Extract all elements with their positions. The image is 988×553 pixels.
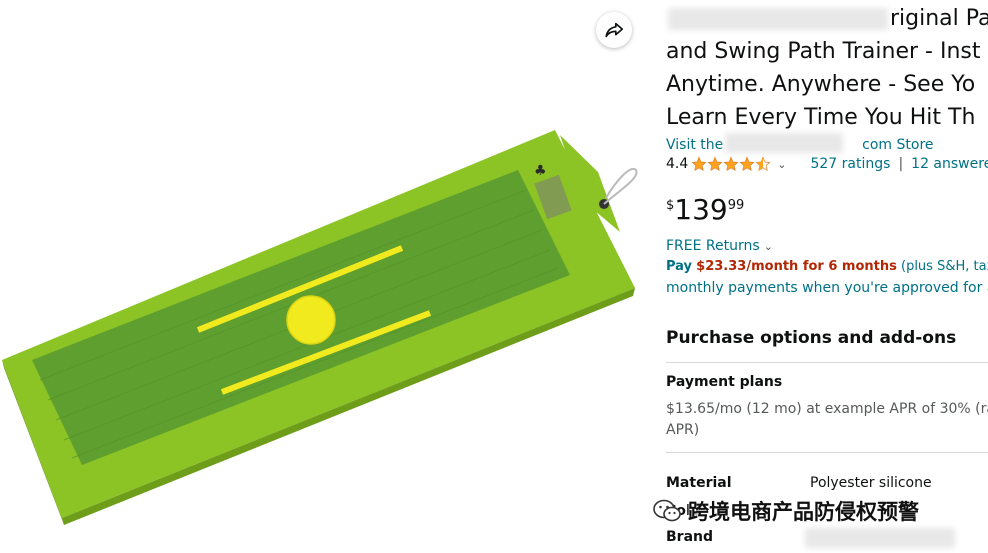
product-title-line-2: and Swing Path Trainer - Inst — [666, 39, 981, 64]
spec-label-material: Material — [666, 475, 732, 491]
rating-row: 4.4 ⌄ 527 ratings | 12 answere — [666, 156, 988, 172]
payment-plans-heading: Payment plans — [666, 374, 783, 390]
product-image[interactable]: ♣ — [0, 60, 650, 553]
star-icon — [691, 156, 707, 172]
pay-prefix: Pay — [666, 259, 693, 274]
divider — [666, 452, 988, 453]
ball-target — [286, 295, 336, 345]
monthly-pay-offer[interactable]: Pay $23.33/month for 6 months (plus S&H,… — [666, 259, 988, 274]
star-icon — [739, 156, 755, 172]
divider — [666, 362, 988, 363]
pay-amount: $23.33/month for 6 months — [696, 259, 897, 274]
star-icon — [723, 156, 739, 172]
watermark: 跨境电商产品防侵权预警 — [652, 496, 919, 526]
purchase-options-heading: Purchase options and add-ons — [666, 328, 957, 348]
spec-label-brand: Brand — [666, 529, 714, 545]
price: $ 139 99 — [666, 194, 744, 226]
chevron-down-icon[interactable]: ⌄ — [777, 158, 786, 171]
monthly-payments-text[interactable]: monthly payments when you're approved fo… — [666, 280, 988, 296]
price-fraction: 99 — [727, 198, 745, 213]
star-icon — [707, 156, 723, 172]
pay-suffix: (plus S&H, tax) — [901, 259, 988, 274]
store-link-suffix: com Store — [862, 137, 934, 153]
answered-questions-link[interactable]: 12 answere — [911, 156, 988, 172]
share-button[interactable] — [596, 12, 632, 48]
star-half-icon — [755, 156, 771, 172]
share-icon — [605, 22, 624, 38]
svg-text:♣: ♣ — [534, 163, 547, 179]
watermark-text: 跨境电商产品防侵权预警 — [688, 500, 919, 524]
spec-value-material: Polyester silicone — [810, 475, 932, 491]
price-whole: 139 — [674, 193, 728, 226]
free-returns-label: FREE Returns — [666, 238, 760, 254]
store-link-prefix: Visit the — [666, 137, 724, 153]
price-symbol: $ — [666, 198, 675, 213]
free-returns-link[interactable]: FREE Returns ⌄ — [666, 238, 773, 254]
chevron-down-icon: ⌄ — [763, 240, 773, 253]
plans-desc-line-2: APR) — [666, 422, 700, 438]
star-rating[interactable] — [691, 156, 771, 172]
product-title-line-3: Anytime. Anywhere - See Yo — [666, 72, 976, 97]
plans-desc-line-1: $13.65/mo (12 mo) at example APR of 30% … — [666, 401, 988, 417]
ratings-count-link[interactable]: 527 ratings — [810, 156, 890, 172]
product-title-line-1: riginal Pa — [890, 6, 988, 31]
rating-value: 4.4 — [666, 156, 689, 172]
wechat-icon — [653, 499, 681, 522]
payment-plans-description[interactable]: $13.65/mo (12 mo) at example APR of 30% … — [666, 399, 988, 441]
product-title-line-4: Learn Every Time You Hit Th — [666, 105, 976, 130]
